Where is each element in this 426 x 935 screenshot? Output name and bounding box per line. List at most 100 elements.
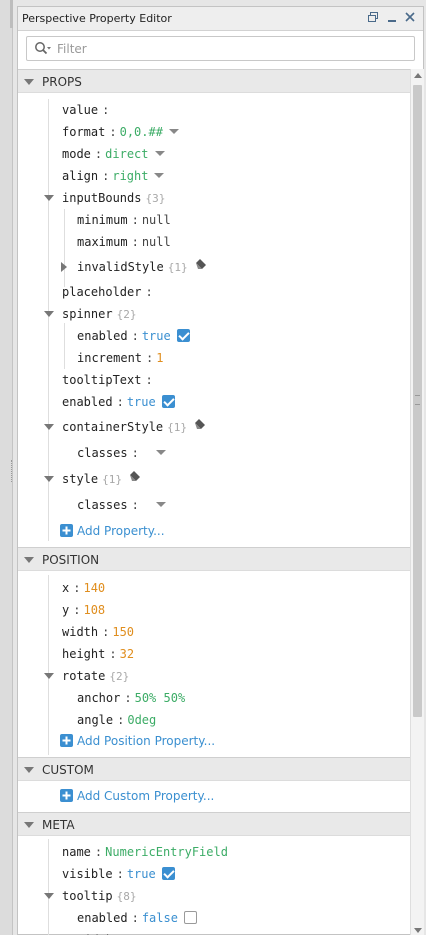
- panel-title: Perspective Property Editor: [22, 12, 172, 25]
- dropdown-arrow-icon[interactable]: [155, 502, 166, 507]
- prop-row-placeholder[interactable]: placeholder:: [62, 282, 156, 302]
- prop-value[interactable]: direct: [105, 147, 148, 161]
- prop-key: value: [62, 103, 99, 117]
- prop-key: tooltip: [62, 889, 113, 903]
- child-count: {1}: [167, 261, 188, 274]
- prop-row-x[interactable]: x:140: [62, 578, 105, 598]
- prop-row-width[interactable]: width:150: [62, 622, 134, 642]
- section-header-props[interactable]: PROPS: [18, 69, 410, 93]
- prop-value[interactable]: 140: [83, 581, 105, 595]
- checkbox[interactable]: [161, 395, 175, 408]
- chevron-down-icon[interactable]: [24, 557, 34, 563]
- prop-row-increment[interactable]: increment:1: [77, 348, 164, 368]
- style-editor-icon[interactable]: [194, 256, 208, 276]
- prop-value[interactable]: true: [127, 395, 156, 409]
- chevron-down-icon[interactable]: [24, 79, 34, 85]
- prop-value[interactable]: true: [142, 329, 171, 343]
- chevron-down-icon[interactable]: [44, 195, 54, 201]
- prop-row-containerStyle[interactable]: containerStyle {1}: [62, 417, 207, 437]
- prop-row-style[interactable]: style {1}: [62, 469, 142, 489]
- dropdown-arrow-icon[interactable]: [155, 450, 166, 455]
- prop-row-format[interactable]: format:0,0.##: [62, 122, 179, 142]
- scroll-up-arrow-icon[interactable]: [414, 73, 422, 78]
- close-icon[interactable]: [403, 11, 417, 25]
- prop-row-maximum[interactable]: maximum: null: [77, 232, 171, 252]
- minimize-icon[interactable]: [385, 11, 399, 25]
- prop-row-value[interactable]: value:: [62, 100, 112, 120]
- prop-row-minimum[interactable]: minimum: null: [77, 210, 171, 230]
- prop-row-mode[interactable]: mode: direct: [62, 144, 165, 164]
- chevron-right-icon[interactable]: [61, 262, 67, 272]
- chevron-down-icon[interactable]: [44, 673, 54, 679]
- style-editor-icon[interactable]: [128, 468, 142, 488]
- prop-value[interactable]: true: [127, 867, 156, 881]
- prop-value[interactable]: 108: [83, 603, 105, 617]
- prop-key: inputBounds: [62, 191, 142, 205]
- prop-value[interactable]: 150: [112, 625, 134, 639]
- prop-value[interactable]: 50% 50%: [135, 691, 186, 705]
- property-editor-panel: Perspective Property Editor PROPS value:: [17, 6, 424, 935]
- child-count: {3}: [145, 192, 166, 205]
- prop-row-angle[interactable]: angle:0deg: [77, 710, 156, 730]
- chevron-down-icon[interactable]: [24, 767, 34, 773]
- chevron-down-icon[interactable]: [44, 476, 54, 482]
- filter-input[interactable]: [57, 40, 397, 58]
- float-window-icon[interactable]: [366, 11, 380, 25]
- checkbox[interactable]: [183, 911, 197, 924]
- scroll-down-arrow-icon[interactable]: [414, 928, 422, 933]
- plus-icon: [60, 524, 73, 537]
- dropdown-arrow-icon[interactable]: [154, 173, 165, 178]
- prop-row-enabled[interactable]: enabled: true: [62, 392, 175, 412]
- prop-row-spinner-enabled[interactable]: enabled: true: [77, 326, 190, 346]
- chevron-down-icon[interactable]: [44, 893, 54, 899]
- prop-row-invalidStyle[interactable]: invalidStyle {1}: [77, 257, 208, 277]
- splitter-grip[interactable]: [11, 460, 13, 482]
- prop-row-y[interactable]: y:108: [62, 600, 105, 620]
- prop-key: mode: [62, 147, 91, 161]
- prop-value[interactable]: null: [142, 213, 171, 227]
- prop-row-align[interactable]: align: right: [62, 166, 165, 186]
- prop-value[interactable]: false: [142, 911, 178, 925]
- prop-value[interactable]: 0deg: [127, 713, 156, 727]
- prop-row-containerStyle-classes[interactable]: classes:: [77, 443, 166, 463]
- prop-row-tooltip-width[interactable]: width:auto: [77, 930, 156, 935]
- scrollbar-grip: [415, 395, 420, 405]
- chevron-down-icon[interactable]: [44, 311, 54, 317]
- prop-row-visible[interactable]: visible: true: [62, 864, 175, 884]
- chevron-down-icon[interactable]: [44, 424, 54, 430]
- add-custom-property-button[interactable]: Add Custom Property...: [60, 787, 214, 805]
- vertical-scrollbar[interactable]: [410, 69, 424, 935]
- prop-row-tooltip[interactable]: tooltip {8}: [62, 886, 136, 906]
- prop-row-anchor[interactable]: anchor:50% 50%: [77, 688, 185, 708]
- prop-value[interactable]: 1: [156, 351, 163, 365]
- prop-row-rotate[interactable]: rotate {2}: [62, 666, 129, 686]
- dropdown-arrow-icon[interactable]: [168, 129, 179, 134]
- prop-value[interactable]: 0,0.##: [120, 125, 163, 139]
- prop-value[interactable]: right: [112, 169, 148, 183]
- prop-row-tooltipText[interactable]: tooltipText:: [62, 370, 156, 390]
- add-position-property-button[interactable]: Add Position Property...: [60, 732, 215, 750]
- add-property-label: Add Property...: [77, 524, 165, 538]
- prop-row-height[interactable]: height:32: [62, 644, 134, 664]
- prop-row-spinner[interactable]: spinner {2}: [62, 304, 136, 324]
- section-header-custom[interactable]: CUSTOM: [18, 757, 410, 781]
- prop-row-tooltip-enabled[interactable]: enabled: false: [77, 908, 197, 928]
- prop-value[interactable]: 32: [120, 647, 134, 661]
- section-header-meta[interactable]: META: [18, 812, 410, 836]
- prop-value[interactable]: NumericEntryField: [105, 845, 228, 859]
- prop-value[interactable]: null: [142, 235, 171, 249]
- prop-key: enabled: [77, 329, 128, 343]
- checkbox[interactable]: [161, 867, 175, 880]
- panel-titlebar: Perspective Property Editor: [18, 7, 423, 31]
- dropdown-arrow-icon[interactable]: [154, 151, 165, 156]
- add-property-button[interactable]: Add Property...: [60, 522, 165, 540]
- adjacent-panel-tab: [10, 0, 13, 28]
- style-editor-icon[interactable]: [193, 416, 207, 436]
- prop-row-inputBounds[interactable]: inputBounds {3}: [62, 188, 165, 208]
- section-header-position[interactable]: POSITION: [18, 547, 410, 571]
- prop-row-name[interactable]: name: NumericEntryField: [62, 842, 228, 862]
- checkbox[interactable]: [176, 329, 190, 342]
- chevron-down-icon[interactable]: [24, 822, 34, 828]
- prop-row-style-classes[interactable]: classes:: [77, 495, 166, 515]
- filter-field[interactable]: [26, 36, 415, 61]
